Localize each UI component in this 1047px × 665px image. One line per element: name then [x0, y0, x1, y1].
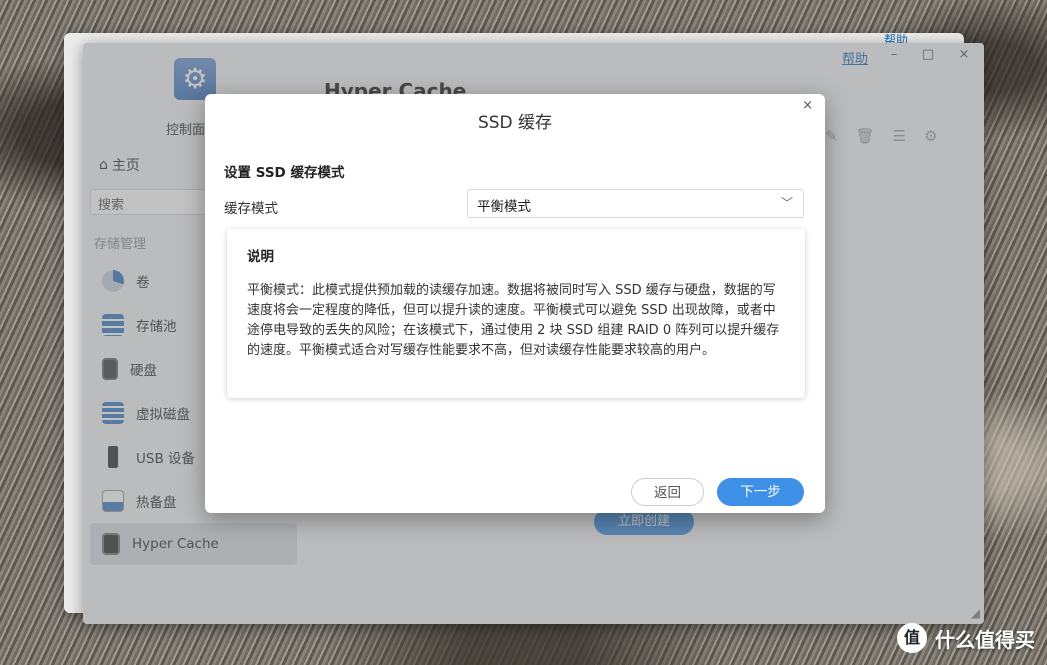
watermark: 值 什么值得买 [897, 623, 1035, 653]
watermark-text: 什么值得买 [935, 627, 1035, 652]
chevron-down-icon: ﹀ [780, 196, 793, 210]
next-step-button[interactable]: 下一步 [717, 478, 804, 506]
section-title: 设置 SSD 缓存模式 [224, 165, 345, 181]
cache-mode-value: 平衡模式 [477, 199, 531, 215]
description-card: 说明 平衡模式：此模式提供预加载的读缓存加速。数据将被同时写入 SSD 缓存与硬… [227, 229, 805, 398]
ssd-cache-dialog: × SSD 缓存 设置 SSD 缓存模式 缓存模式 平衡模式 ﹀ 说明 平衡模式… [205, 94, 825, 513]
description-title: 说明 [247, 249, 274, 265]
cache-mode-select[interactable]: 平衡模式 ﹀ [467, 189, 804, 218]
dialog-title: SSD 缓存 [477, 113, 553, 133]
back-button[interactable]: 返回 [631, 478, 704, 506]
watermark-logo: 值 [897, 623, 927, 653]
description-text: 平衡模式：此模式提供预加载的读缓存加速。数据将被同时写入 SSD 缓存与硬盘，数… [247, 283, 780, 358]
cache-mode-label: 缓存模式 [224, 201, 278, 217]
